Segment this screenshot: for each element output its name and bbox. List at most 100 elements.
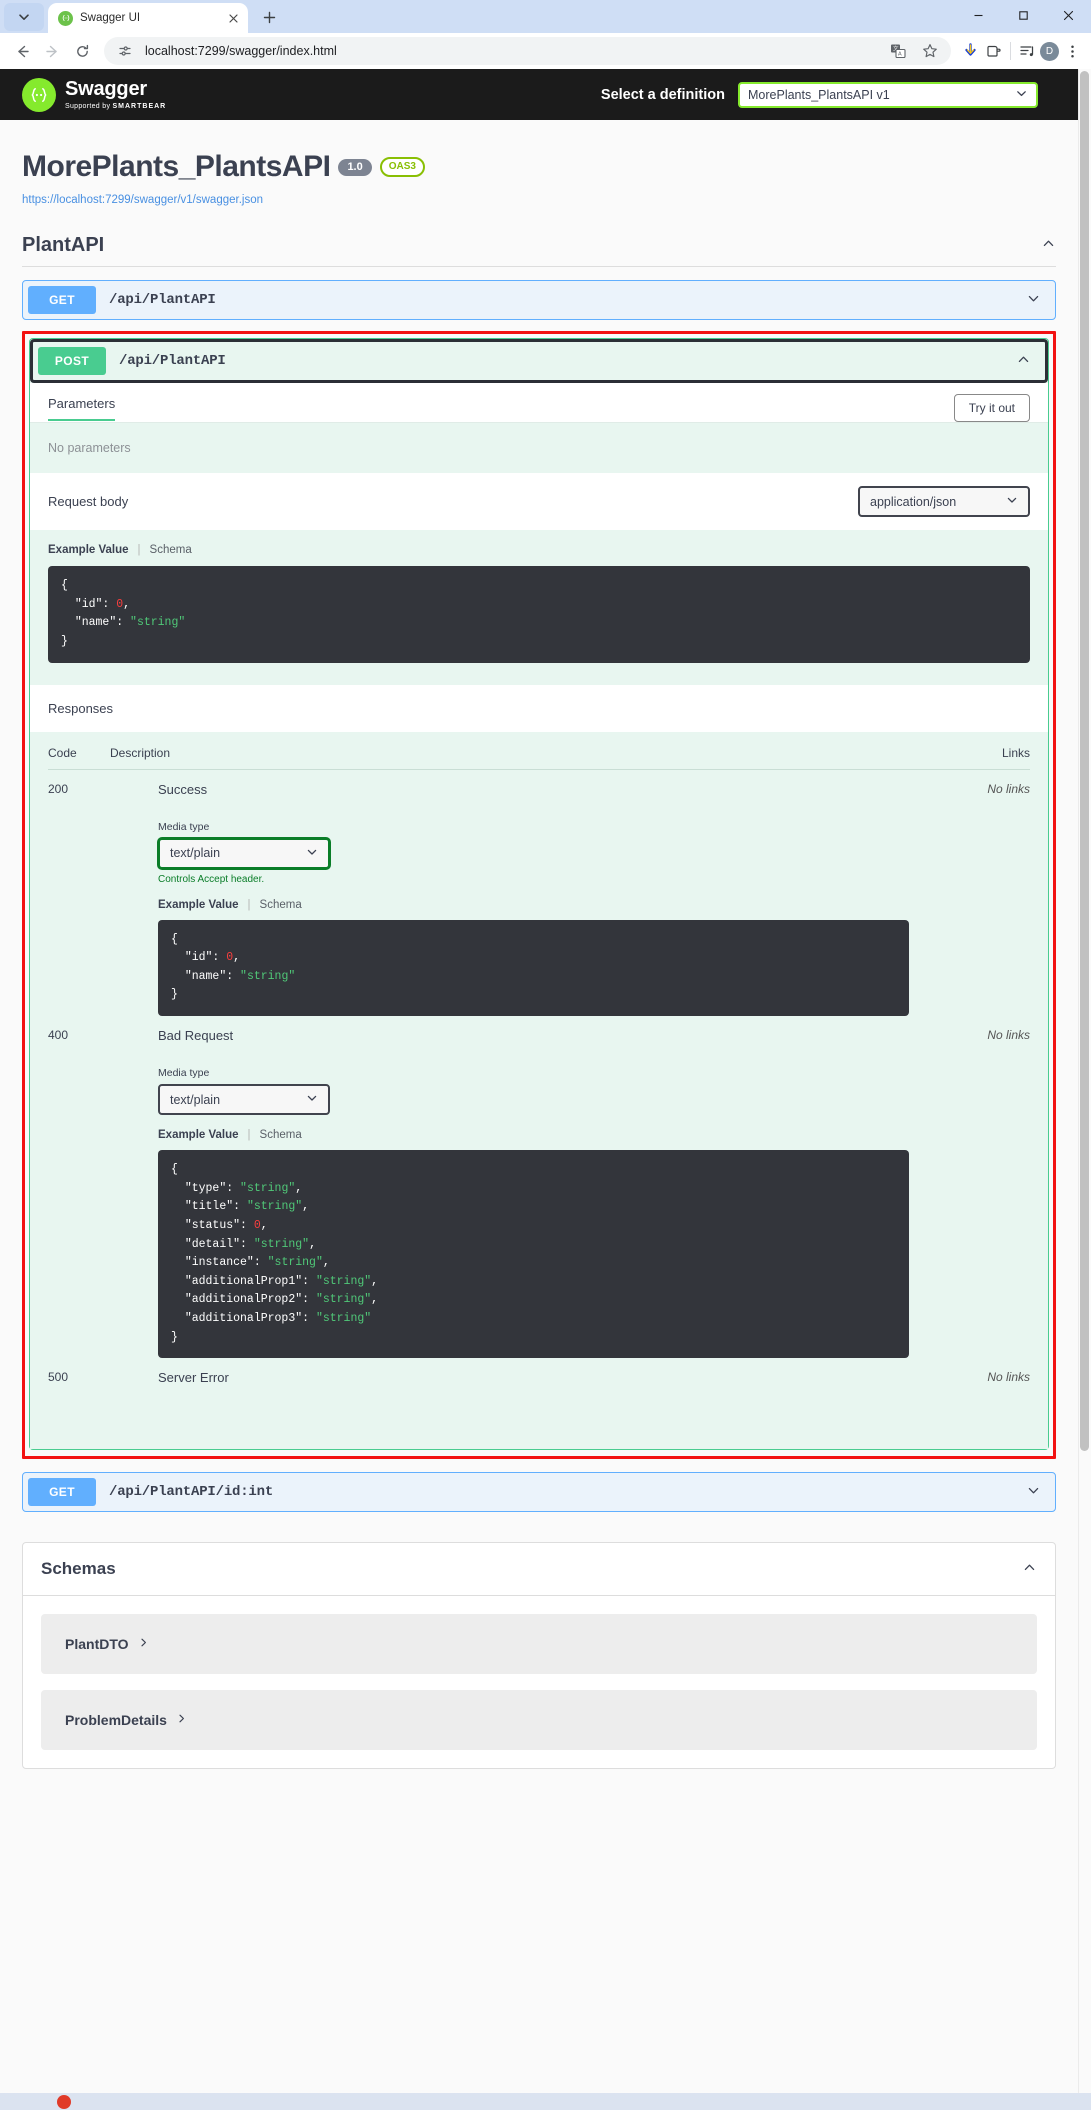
browser-tab[interactable]: Swagger UI [48,3,248,33]
try-it-out-button[interactable]: Try it out [953,394,1030,422]
tab-search-icon[interactable] [4,3,44,31]
tab-schema[interactable]: Schema [150,544,192,556]
schema-item-problemdetails[interactable]: ProblemDetails [41,1690,1037,1751]
column-header-code: Code [48,731,110,770]
example-tabs: Example Value | Schema [48,544,1030,556]
scrollbar-thumb[interactable] [1080,71,1089,1451]
reload-icon[interactable] [68,37,96,65]
definition-select[interactable]: MorePlants_PlantsAPI v1 [738,81,1038,108]
schema-name: PlantDTO [65,1636,129,1653]
back-icon[interactable] [8,37,36,65]
swagger-logo[interactable]: Swagger Supported by SMARTBEAR [22,77,166,112]
taskbar-app-icon[interactable] [57,2094,71,2109]
chevron-up-icon[interactable] [1041,236,1056,255]
response-code: 400 [48,1028,69,1042]
operation-path: /api/PlantAPI [109,292,216,308]
api-title-row: MorePlants_PlantsAPI 1.0 OAS3 [22,150,1056,184]
schema-name: ProblemDetails [65,1712,167,1729]
supported-by-text: Supported by [65,103,111,110]
tab-example-value[interactable]: Example Value [158,899,239,911]
swagger-topbar: Swagger Supported by SMARTBEAR Select a … [0,69,1078,120]
profile-avatar[interactable]: D [1040,41,1059,61]
address-bar[interactable]: localhost:7299/swagger/index.html 文A [104,37,951,65]
responses-header: Responses [30,684,1048,732]
schema-item-plantdto[interactable]: PlantDTO [41,1614,1037,1675]
operation-summary[interactable]: GET /api/PlantAPI [23,281,1055,319]
no-parameters-text: No parameters [48,441,131,455]
media-type-select[interactable]: text/plain [158,837,330,869]
three-dot-menu-icon[interactable] [1061,40,1083,62]
api-info: MorePlants_PlantsAPI 1.0 OAS3 https://lo… [0,120,1078,212]
response-row-200: 200 Success Media type text/plain Contro… [48,769,1030,1016]
schemas-header[interactable]: Schemas [23,1543,1055,1597]
media-type-label: Media type [158,1067,210,1079]
select-definition-label: Select a definition [600,86,725,103]
spec-url-link[interactable]: https://localhost:7299/swagger/v1/swagge… [22,194,1056,206]
tab-close-icon[interactable] [225,10,242,27]
extensions-icon[interactable] [983,40,1005,62]
page-scrollbar[interactable] [1078,69,1091,2093]
request-body-label: Request body [48,494,129,509]
schemas-box: Schemas PlantDTO ProblemDetails [22,1542,1056,1770]
parameters-area: No parameters [30,422,1048,473]
operation-summary[interactable]: POST /api/PlantAPI [30,339,1048,383]
new-tab-icon[interactable] [256,4,282,30]
response-row-400: 400 Bad Request Media type text/plain Ex… [48,1016,1030,1359]
chevron-down-icon [306,1092,318,1107]
highlight-annotation-box: POST /api/PlantAPI Parameters Try it out… [22,331,1056,1460]
browser-toolbar: localhost:7299/swagger/index.html 文A D [0,33,1091,69]
schemas-section: Schemas PlantDTO ProblemDetails [0,1542,1078,1770]
operations-list-bottom: GET /api/PlantAPI/id:int [0,1472,1078,1513]
close-window-button[interactable] [1046,0,1091,30]
tab-divider: | [247,1129,251,1141]
browser-titlebar: Swagger UI [0,0,1091,33]
responses-table: Code Description Links 200 Success Media… [48,731,1030,1428]
schemas-title: Schemas [41,1559,116,1579]
media-controls-icon[interactable] [1016,40,1038,62]
tab-example-value[interactable]: Example Value [158,1129,239,1141]
tag-header[interactable]: PlantAPI [22,234,1056,267]
response-description: Server Error [158,1370,229,1386]
tab-example-value[interactable]: Example Value [48,544,129,556]
tag-section-plantapi: PlantAPI [0,234,1078,267]
tab-schema[interactable]: Schema [260,1129,302,1141]
tab-schema[interactable]: Schema [260,899,302,911]
operation-get-plantapi[interactable]: GET /api/PlantAPI [22,280,1056,320]
download-icon[interactable] [959,40,981,62]
star-icon[interactable] [919,40,941,62]
operation-get-plantapi-byid[interactable]: GET /api/PlantAPI/id:int [22,1472,1056,1513]
page-title: MorePlants_PlantsAPI [22,150,331,183]
media-type-label: Media type [158,820,210,833]
chevron-down-icon [1006,494,1018,509]
response-description: Bad Request [158,1028,234,1043]
http-method-badge: GET [28,1478,96,1507]
request-body-row: Request body application/json [30,473,1048,530]
media-type-select[interactable]: text/plain [158,1084,330,1115]
operations-list: GET /api/PlantAPI [0,280,1078,320]
site-settings-icon[interactable] [114,40,136,62]
response-description: Success [158,781,208,797]
chevron-down-icon [1015,87,1028,103]
window-controls [956,0,1091,30]
highlighted-operation-region: POST /api/PlantAPI Parameters Try it out… [0,331,1078,1460]
svg-text:A: A [898,52,902,58]
media-type-value: text/plain [170,1092,221,1107]
tab-parameters[interactable]: Parameters [48,396,116,421]
forward-icon[interactable] [38,37,66,65]
chevron-right-icon[interactable] [176,1713,187,1727]
minimize-button[interactable] [956,0,1001,30]
translate-icon[interactable]: 文A [887,40,909,62]
chevron-down-icon[interactable] [1026,291,1041,309]
chevron-right-icon[interactable] [138,1637,149,1651]
swagger-page: Swagger Supported by SMARTBEAR Select a … [0,69,1078,1879]
chevron-down-icon[interactable] [1026,1483,1041,1501]
request-content-type-select[interactable]: application/json [858,486,1030,517]
maximize-button[interactable] [1001,0,1046,30]
operation-summary[interactable]: GET /api/PlantAPI/id:int [23,1473,1055,1511]
swagger-favicon-icon [58,10,73,26]
response-example-code: { "id": 0, "name": "string" } [158,919,909,1016]
media-type-value: text/plain [170,846,221,860]
chevron-up-icon[interactable] [1022,1560,1037,1579]
parameters-header: Parameters Try it out [30,383,1048,422]
chevron-up-icon[interactable] [1016,352,1031,370]
